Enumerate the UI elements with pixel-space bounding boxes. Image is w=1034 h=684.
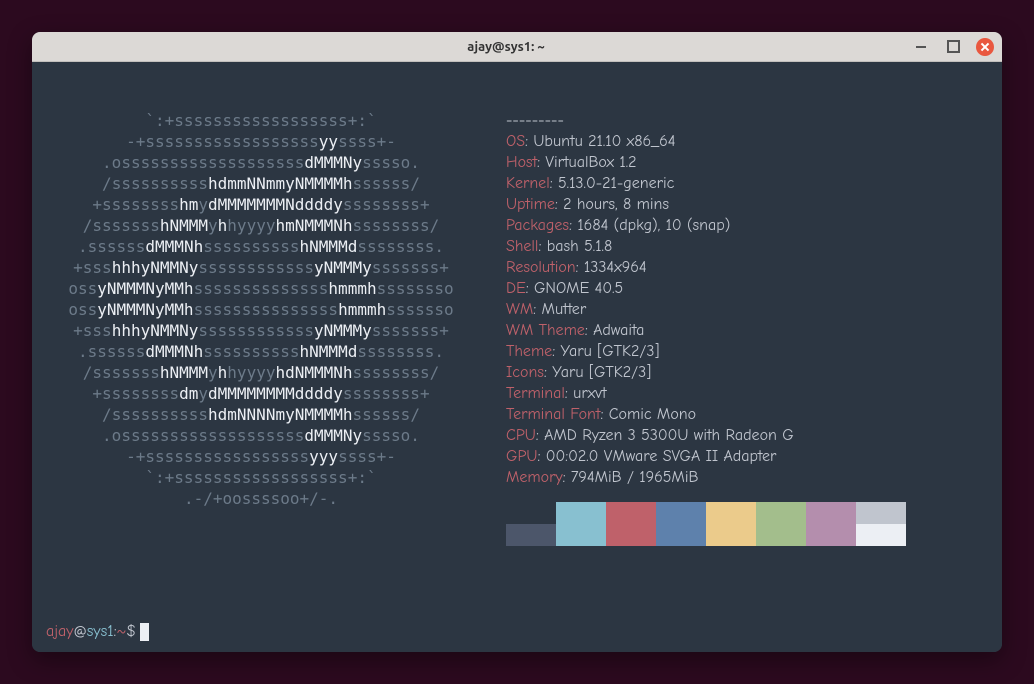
prompt-symbol: $ [126, 621, 136, 642]
info-row: Theme: Yaru [GTK2/3] [506, 341, 988, 362]
terminal-body[interactable]: `:+ssssssssssssssssss+:`-+ssssssssssssss… [32, 62, 1002, 652]
prompt-line: ajay@sys1:~$ [46, 621, 149, 642]
prompt-user: ajay [46, 621, 73, 642]
minimize-button[interactable] [912, 38, 930, 56]
ascii-logo: `:+ssssssssssssssssss+:`-+ssssssssssssss… [46, 110, 476, 546]
info-row: Kernel: 5.13.0-21-generic [506, 173, 988, 194]
terminal-window: ajay@sys1: ~ `:+ssssssssssssssssss+:`-+s… [32, 32, 1002, 652]
window-title: ajay@sys1: ~ [100, 40, 912, 54]
info-row: Terminal: urxvt [506, 383, 988, 404]
info-row: Resolution: 1334x964 [506, 257, 988, 278]
info-row: DE: GNOME 40.5 [506, 278, 988, 299]
cursor [140, 623, 149, 641]
info-row: CPU: AMD Ryzen 3 5300U with Radeon G [506, 425, 988, 446]
prompt-host: sys1 [87, 621, 114, 642]
prompt-at: @ [73, 621, 86, 642]
info-row: GPU: 00:02.0 VMware SVGA II Adapter [506, 446, 988, 467]
info-row: OS: Ubuntu 21.10 x86_64 [506, 131, 988, 152]
maximize-button[interactable] [944, 38, 962, 56]
info-row: Terminal Font: Comic Mono [506, 404, 988, 425]
info-row: Packages: 1684 (dpkg), 10 (snap) [506, 215, 988, 236]
titlebar: ajay@sys1: ~ [32, 32, 1002, 62]
prompt-path: ~ [116, 621, 126, 642]
info-row: Memory: 794MiB / 1965MiB [506, 467, 988, 488]
close-button[interactable] [976, 38, 994, 56]
info-row: Host: VirtualBox 1.2 [506, 152, 988, 173]
info-row: Uptime: 2 hours, 8 mins [506, 194, 988, 215]
window-controls [912, 38, 994, 56]
system-info: ---------OS: Ubuntu 21.10 x86_64Host: Vi… [506, 110, 988, 546]
color-palette [506, 502, 988, 546]
info-row: WM Theme: Adwaita [506, 320, 988, 341]
info-row: Shell: bash 5.1.8 [506, 236, 988, 257]
info-row: WM: Mutter [506, 299, 988, 320]
info-row: Icons: Yaru [GTK2/3] [506, 362, 988, 383]
